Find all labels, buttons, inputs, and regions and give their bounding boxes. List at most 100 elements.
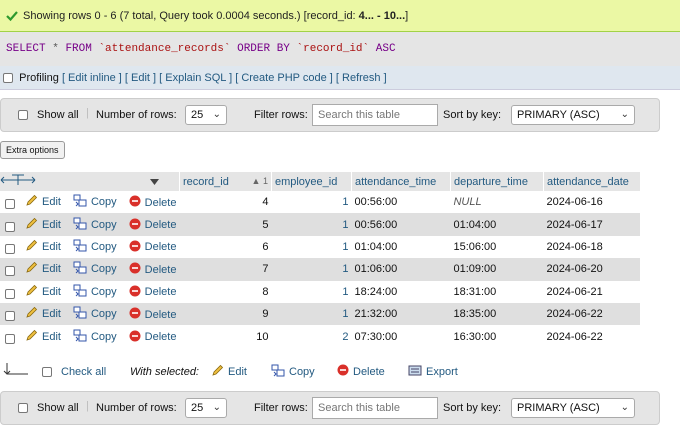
cell-attendance-time[interactable]: 07:30:00	[351, 325, 451, 348]
show-all-checkbox[interactable]	[18, 403, 28, 413]
row-checkbox[interactable]	[5, 311, 15, 322]
cell-attendance-time[interactable]: 18:24:00	[351, 280, 451, 303]
divider: |	[86, 107, 89, 119]
column-resize-arrows-icon[interactable]	[0, 174, 36, 189]
header-employee-id[interactable]: employee_id	[271, 172, 352, 191]
cell-attendance-time[interactable]: 00:56:00	[351, 191, 451, 214]
cell-attendance-time[interactable]: 00:56:00	[351, 213, 451, 236]
cell-employee-id[interactable]: 1	[271, 258, 352, 281]
header-departure-time[interactable]: departure_time	[450, 172, 544, 191]
delete-icon	[129, 307, 141, 322]
sort-dropdown-icon[interactable]	[150, 177, 159, 189]
row-edit-button[interactable]: Edit	[25, 306, 61, 322]
check-all-checkbox[interactable]	[42, 367, 52, 377]
row-copy-button[interactable]: Copy	[73, 261, 117, 277]
explain-sql-link[interactable]: [ Explain SQL ]	[159, 72, 232, 84]
cell-attendance-date[interactable]: 2024-06-20	[543, 258, 641, 281]
delete-icon	[129, 330, 141, 345]
number-of-rows-select[interactable]: 25 ⌄	[185, 398, 227, 418]
bulk-delete-button[interactable]: Delete	[337, 364, 385, 379]
row-checkbox[interactable]	[5, 199, 15, 210]
row-edit-button[interactable]: Edit	[25, 217, 61, 233]
row-delete-button[interactable]: Delete	[129, 195, 176, 210]
extra-options-button[interactable]: Extra options	[0, 141, 65, 159]
row-actions-cell: Edit Copy Delete	[0, 258, 180, 281]
bulk-copy-button[interactable]: Copy	[271, 364, 315, 380]
header-attendance-date[interactable]: attendance_date	[543, 172, 641, 191]
bulk-edit-button[interactable]: Edit	[211, 364, 247, 380]
row-delete-button[interactable]: Delete	[129, 285, 176, 300]
cell-attendance-date[interactable]: 2024-06-17	[543, 213, 641, 236]
row-delete-button[interactable]: Delete	[129, 330, 176, 345]
row-delete-button[interactable]: Delete	[129, 262, 176, 277]
sql-query-display[interactable]: SELECT * FROM `attendance_records` ORDER…	[0, 32, 680, 66]
bulk-export-button[interactable]: Export	[408, 364, 458, 380]
row-edit-button[interactable]: Edit	[25, 284, 61, 300]
refresh-link[interactable]: [ Refresh ]	[336, 72, 387, 84]
cell-record-id[interactable]: 5	[179, 213, 272, 236]
cell-departure-time[interactable]: NULL	[450, 191, 544, 214]
profiling-label: Profiling	[19, 71, 59, 84]
row-checkbox[interactable]	[5, 244, 15, 255]
cell-attendance-date[interactable]: 2024-06-16	[543, 191, 641, 214]
cell-employee-id[interactable]: 1	[271, 280, 352, 303]
row-copy-button[interactable]: Copy	[73, 194, 117, 210]
cell-attendance-date[interactable]: 2024-06-18	[543, 235, 641, 259]
row-copy-button[interactable]: Copy	[73, 284, 117, 300]
cell-employee-id[interactable]: 1	[271, 302, 352, 326]
row-copy-button[interactable]: Copy	[73, 329, 117, 345]
edit-inline-link[interactable]: [ Edit inline ]	[62, 72, 122, 84]
show-all-checkbox[interactable]	[18, 110, 28, 120]
row-copy-button[interactable]: Copy	[73, 306, 117, 322]
number-of-rows-select[interactable]: 25 ⌄	[185, 105, 227, 125]
filter-rows-search-input[interactable]: Search this table	[312, 104, 438, 126]
cell-employee-id[interactable]: 1	[271, 235, 352, 259]
cell-employee-id[interactable]: 2	[271, 325, 352, 348]
cell-departure-time[interactable]: 01:04:00	[450, 213, 544, 236]
row-delete-button[interactable]: Delete	[129, 218, 176, 233]
row-edit-button[interactable]: Edit	[25, 239, 61, 255]
cell-attendance-time[interactable]: 21:32:00	[351, 302, 451, 326]
cell-record-id[interactable]: 7	[179, 258, 272, 281]
row-edit-button[interactable]: Edit	[25, 194, 61, 210]
cell-record-id[interactable]: 4	[179, 191, 272, 214]
check-all-link[interactable]: Check all	[61, 366, 106, 378]
header-record-id[interactable]: record_id ▲ 1	[179, 172, 272, 191]
row-actions-cell: Edit Copy Delete	[0, 280, 180, 303]
row-copy-button[interactable]: Copy	[73, 217, 117, 233]
row-edit-button[interactable]: Edit	[25, 329, 61, 345]
create-php-code-link[interactable]: [ Create PHP code ]	[235, 72, 333, 84]
cell-departure-time[interactable]: 18:35:00	[450, 302, 544, 326]
row-checkbox[interactable]	[5, 266, 15, 277]
header-attendance-time[interactable]: attendance_time	[351, 172, 451, 191]
cell-departure-time[interactable]: 15:06:00	[450, 235, 544, 259]
row-copy-button[interactable]: Copy	[73, 239, 117, 255]
cell-record-id[interactable]: 6	[179, 235, 272, 259]
row-checkbox[interactable]	[5, 221, 15, 232]
cell-employee-id[interactable]: 1	[271, 191, 352, 214]
sort-by-key-select[interactable]: PRIMARY (ASC) ⌄	[511, 398, 635, 418]
cell-departure-time[interactable]: 18:31:00	[450, 280, 544, 303]
edit-link[interactable]: [ Edit ]	[125, 72, 156, 84]
sort-by-key-label: Sort by key:	[443, 402, 502, 414]
filter-rows-search-input[interactable]: Search this table	[312, 397, 438, 419]
row-checkbox[interactable]	[5, 333, 15, 344]
cell-record-id[interactable]: 10	[179, 325, 272, 348]
cell-record-id[interactable]: 8	[179, 280, 272, 303]
row-delete-button[interactable]: Delete	[129, 307, 176, 322]
profiling-checkbox[interactable]	[3, 72, 13, 83]
cell-attendance-date[interactable]: 2024-06-21	[543, 280, 641, 303]
cell-record-id[interactable]: 9	[179, 302, 272, 326]
row-checkbox[interactable]	[5, 288, 15, 299]
row-edit-button[interactable]: Edit	[25, 261, 61, 277]
cell-departure-time[interactable]: 16:30:00	[450, 325, 544, 348]
cell-employee-id[interactable]: 1	[271, 213, 352, 236]
row-delete-button[interactable]: Delete	[129, 240, 176, 255]
cell-departure-time[interactable]: 01:09:00	[450, 258, 544, 281]
sort-by-key-select[interactable]: PRIMARY (ASC) ⌄	[511, 105, 635, 125]
cell-attendance-time[interactable]: 01:04:00	[351, 235, 451, 259]
cell-attendance-time[interactable]: 01:06:00	[351, 258, 451, 281]
cell-attendance-date[interactable]: 2024-06-22	[543, 302, 641, 326]
cell-attendance-date[interactable]: 2024-06-22	[543, 325, 641, 348]
pencil-icon	[25, 284, 38, 300]
